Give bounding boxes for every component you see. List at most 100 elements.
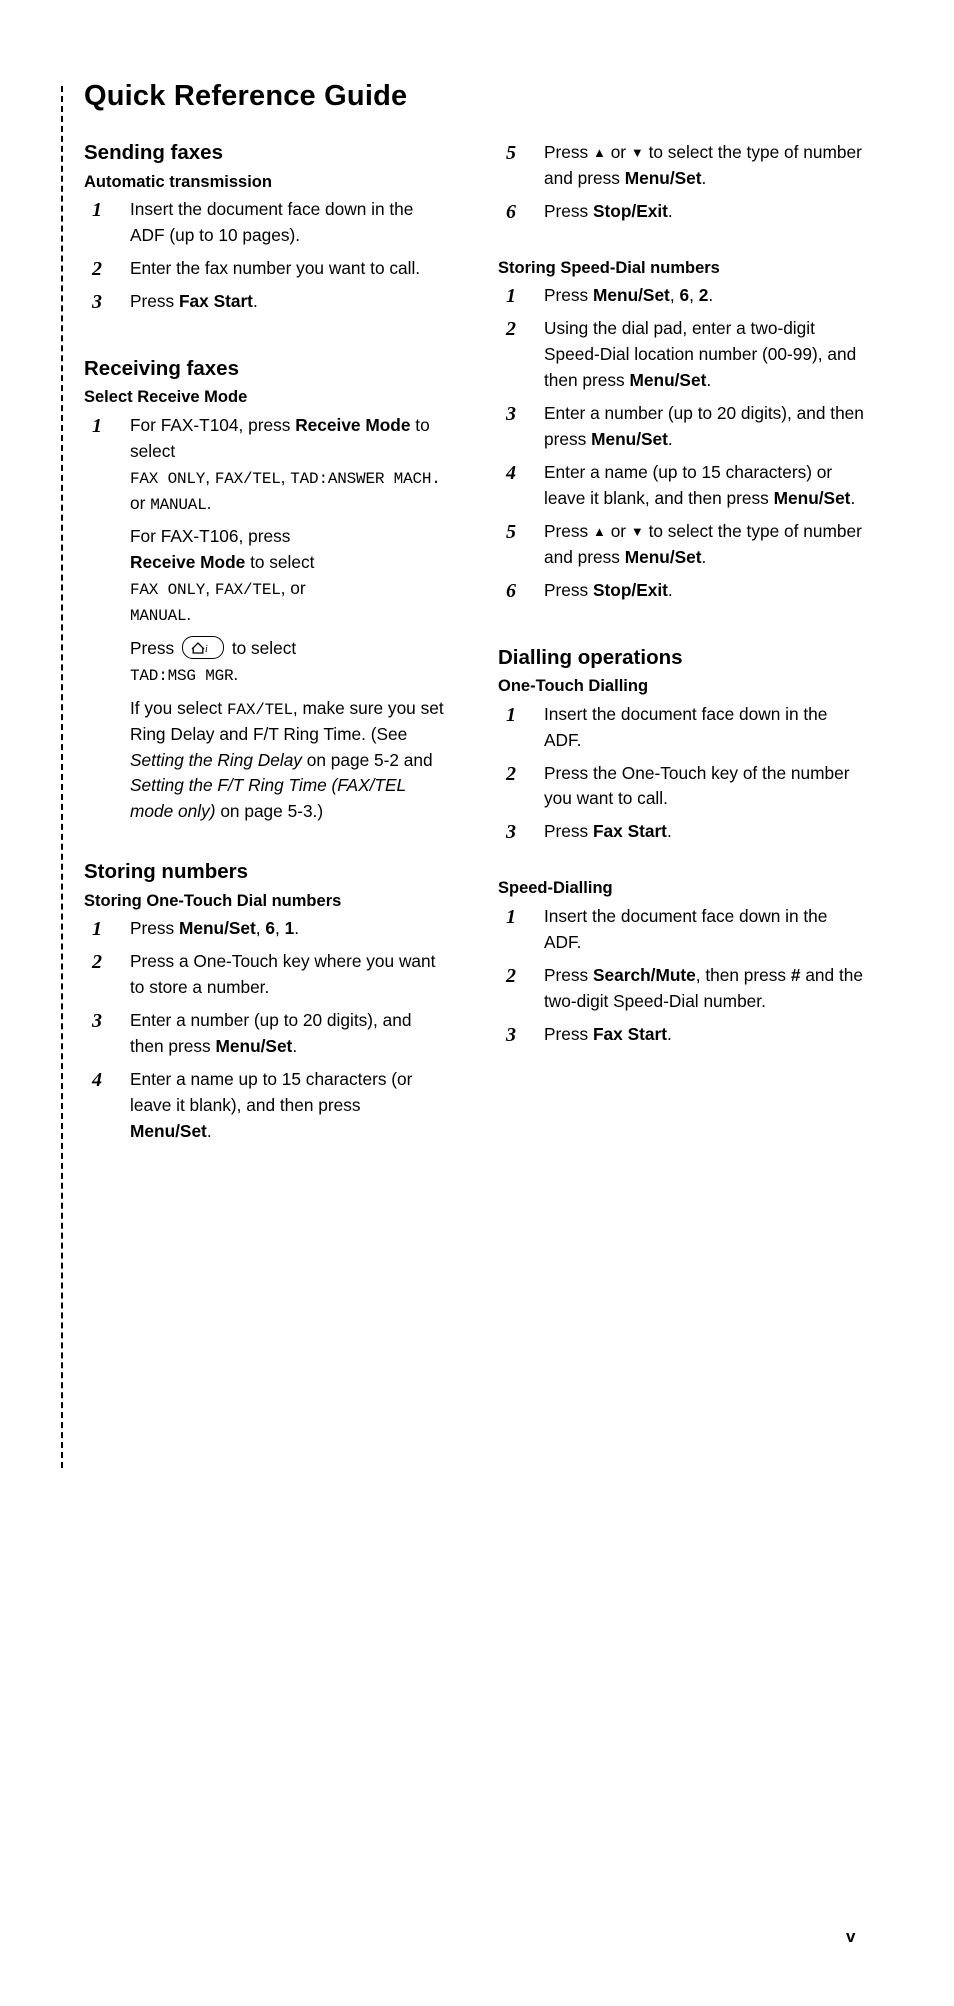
step-text: Insert the document face down in the ADF… [544,905,828,952]
receive-mode-label: Receive Mode [130,551,246,572]
step-number: 3 [506,821,516,844]
press-label: Press [544,964,589,985]
step-text: Using the dial pad, enter a two-digit Sp… [544,318,856,390]
step-text: Press Fax Start. [130,290,258,311]
step-number: 5 [506,520,516,543]
step-number: 1 [506,905,516,928]
step-number: 3 [92,290,102,313]
mode-fax-tel: FAX/TEL [214,469,281,488]
step-number: 4 [92,1069,102,1092]
comma: , [669,285,675,306]
period: . [706,370,712,391]
list-item: 3 Press Fax Start. [498,1022,868,1048]
stop-exit-label: Stop/Exit [593,200,668,221]
list-item: 3 Press Fax Start. [498,819,868,845]
step-text: Press ▲ or ▼ to select the type of numbe… [544,142,862,188]
list-item: 4 Enter a name up to 15 characters (or le… [84,1067,444,1145]
step-text: Press a One-Touch key where you want to … [130,951,436,998]
step-number: 6 [506,200,516,223]
digit-2: 2 [698,285,709,306]
step-number: 3 [506,403,516,425]
step-number: 5 [506,142,516,164]
step-number: 2 [506,964,516,987]
list-item: 2 Press Search/Mute, then press # and th… [498,963,868,1015]
section-heading-storing-numbers: Storing numbers [84,860,249,884]
hash-key-label: # [790,964,801,985]
step-text: Press Stop/Exit. [544,201,673,221]
steps-storing-one-touch: 1 Press Menu/Set, 6, 1. 2 Press a One-Touc… [84,916,444,1145]
step-number: 1 [506,703,516,726]
comma: , [689,285,694,306]
note-text: If you select [130,697,223,718]
step-number: 1 [92,918,102,941]
step-text: Insert the document face down in the ADF… [130,199,414,245]
search-mute-label: Search/Mute [593,964,696,985]
mode-manual: MANUAL [150,495,207,514]
list-item: 4 Enter a name (up to 15 characters) or … [498,460,868,512]
step-text: Press ▲ or ▼ to select the type of numbe… [544,521,862,567]
step-number: 1 [92,199,102,222]
step-number: 4 [506,461,516,484]
list-item: 5 Press ▲ or ▼ to select the type of num… [498,140,868,192]
page-number: v [846,1927,856,1946]
step-text-line: For FAX-T104, press [130,414,291,435]
conjunction-or: or [130,492,146,513]
list-item: 1 Press Menu/Set, 6, 2. [498,283,868,309]
subsection-select-receive-mode: Select Receive Mode [84,388,248,407]
list-item: 3 Enter a number (up to 20 digits), and … [498,401,868,453]
step-text: Enter a name (up to 15 characters) or le… [544,462,855,508]
press-label: Press [544,200,589,221]
press-label: Press [544,520,589,541]
list-item: 1 For FAX-T104, press Receive Mode to se… [84,413,444,517]
press-label: Press [544,1023,589,1044]
section-heading-receiving-faxes: Receiving faxes [84,356,239,380]
mode-fax-tel: FAX/TEL [227,700,293,719]
up-arrow-icon: ▲ [593,523,606,539]
menu-set-label: Menu/Set [624,546,702,567]
list-item: 2 Press a One-Touch key where you want to… [84,949,444,1001]
mode-fax-only: FAX ONLY [130,580,206,599]
fax-start-label: Fax Start [593,1023,667,1044]
up-arrow-icon: ▲ [593,145,606,160]
period: . [701,546,707,567]
stop-exit-label: Stop/Exit [593,579,668,600]
menu-set-label: Menu/Set [593,285,670,306]
step-number: 1 [506,285,516,308]
section-heading-sending-faxes: Sending faxes [84,141,223,164]
subsection-speed-dialling: Speed-Dialling [498,879,613,898]
period: . [667,428,673,449]
step-text: Enter a number (up to 20 digits), and th… [130,1010,412,1057]
subsection-storing-one-touch: Storing One-Touch Dial numbers [84,891,342,910]
period: . [701,167,707,188]
mode-tad-msg-mgr: TAD:MSG MGR [130,666,234,685]
step-number: 3 [92,1010,102,1033]
mode-fax-only: FAX ONLY [130,469,206,488]
margin-dashed-rule [61,86,63,1468]
conjunction-or: or [290,577,306,598]
step-text: Enter the fax number you want to call. [130,257,421,278]
list-item: 6 Press Stop/Exit. [498,578,868,604]
period: . [667,579,673,600]
steps-continued-one-touch: 5 Press ▲ or ▼ to select the type of num… [498,140,868,225]
down-arrow-icon: ▼ [630,523,644,539]
list-item: 2 Using the dial pad, enter a two-digit … [498,316,868,394]
step-number: 2 [506,762,516,785]
press-label: Press [544,142,589,162]
step-number: 2 [92,257,102,280]
tad-house-icon[interactable]: i [182,635,224,659]
step-text: Enter a name up to 15 characters (or lea… [130,1069,413,1141]
menu-set-label: Menu/Set [629,370,707,391]
step-number: 2 [92,951,102,974]
menu-set-label: Menu/Set [624,167,702,188]
list-item: 3 Press Fax Start. [84,289,444,315]
press-label: Press [544,285,589,306]
subsection-one-touch-dialling: One-Touch Dialling [498,677,649,696]
digit-6: 6 [679,285,690,306]
list-item: 5 Press ▲ or ▼ to select the type of num… [498,519,868,571]
step-text: Enter a number (up to 20 digits), and th… [544,403,864,449]
conjunction-or: or [610,142,627,162]
list-item: 1 Insert the document face down in the AD… [498,904,868,956]
subsection-storing-speed-dial: Storing Speed-Dial numbers [498,258,720,277]
para-fax-t106: For FAX-T106, press Receive Mode to sele… [130,525,315,625]
list-item: 2 Press the One-Touch key of the number y… [498,761,868,813]
